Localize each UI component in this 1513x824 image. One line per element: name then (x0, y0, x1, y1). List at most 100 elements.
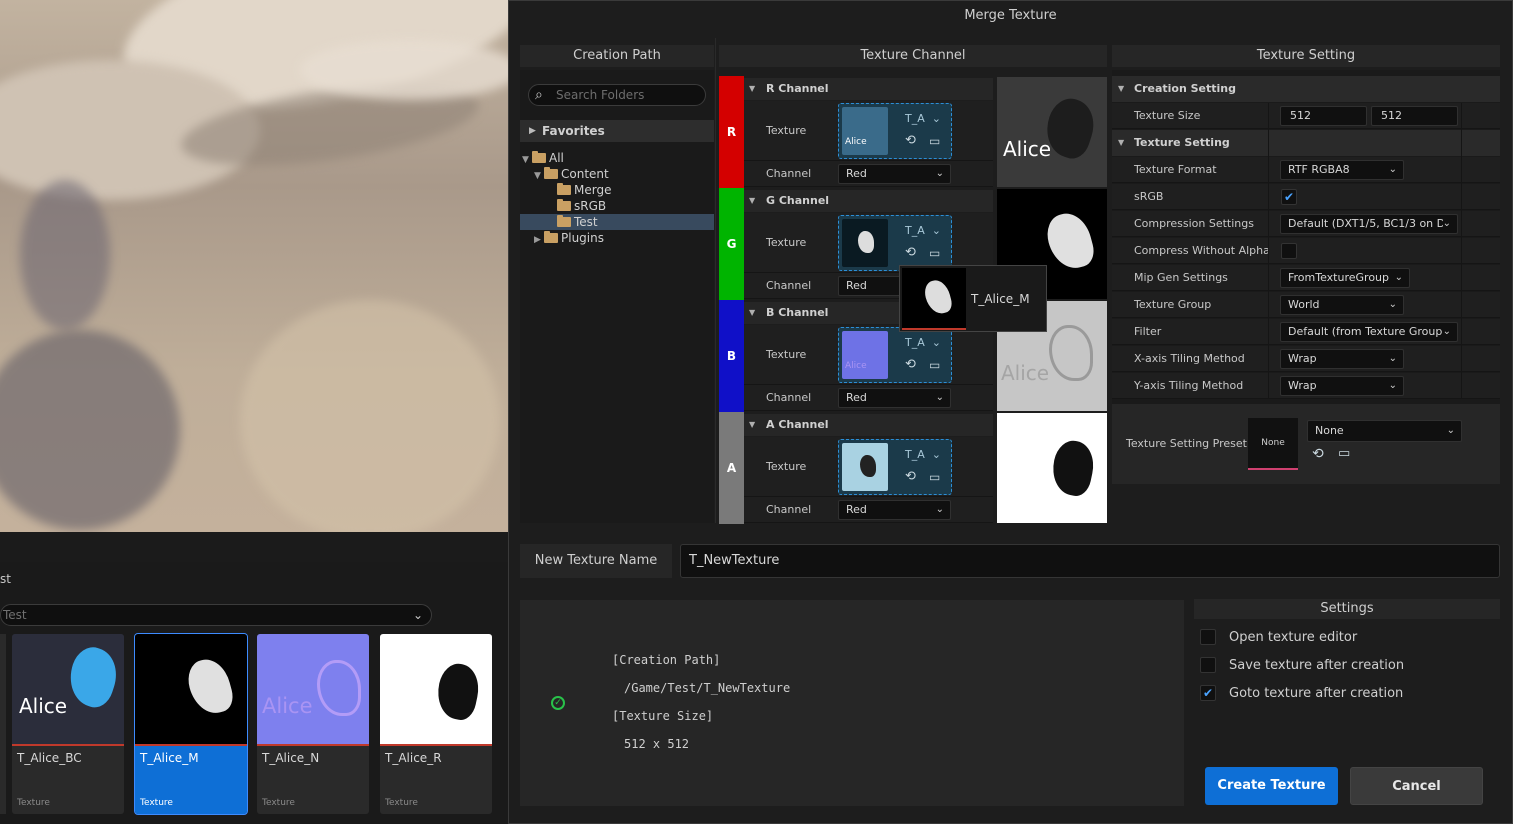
asset-thumb-text: Alice (19, 694, 68, 718)
mip-gen-label: Mip Gen Settings (1134, 271, 1228, 284)
alice-art-icon (922, 277, 954, 317)
chevron-down-icon: ⌄ (1388, 164, 1397, 175)
browse-folder-icon[interactable]: ▭ (929, 358, 945, 372)
asset-thumbnail: Alice (12, 634, 124, 744)
texture-width-input[interactable]: 512 (1280, 106, 1367, 126)
tree-item-all[interactable]: ▼ All (522, 150, 564, 166)
compression-dropdown[interactable]: Default (DXT1/5, BC1/3 on D ⌄ (1280, 214, 1458, 234)
asset-tile[interactable]: T_Alice_M Texture (134, 633, 248, 815)
y-tiling-dropdown[interactable]: Wrap ⌄ (1280, 376, 1404, 396)
texture-format-dropdown[interactable]: RTF RGBA8 ⌄ (1280, 160, 1404, 180)
g-channel-label: Channel (766, 279, 812, 292)
chevron-down-icon: ⌄ (931, 448, 941, 461)
asset-thumbnail: Alice (257, 634, 369, 744)
save-after-checkbox[interactable] (1200, 657, 1216, 673)
preset-thumbnail[interactable]: None (1248, 418, 1298, 470)
r-texture-picker[interactable]: Alice T_A ⌄ ⟲ ▭ (838, 103, 952, 159)
a-channel-dropdown[interactable]: Red ⌄ (838, 500, 951, 520)
r-channel-header[interactable]: R Channel (744, 78, 993, 100)
texture-group-dropdown[interactable]: World ⌄ (1280, 295, 1404, 315)
folder-search-placeholder: Search Folders (556, 88, 645, 102)
browse-folder-icon[interactable]: ▭ (929, 134, 945, 148)
tree-item-test[interactable]: Test (557, 214, 598, 230)
save-after-option[interactable]: Save texture after creation (1200, 657, 1404, 675)
b-channel-dropdown[interactable]: Red ⌄ (838, 388, 951, 408)
dropdown-value: Default (from Texture Group) (1288, 325, 1447, 338)
creation-setting-section[interactable]: Creation Setting (1112, 76, 1500, 102)
chevron-down-icon: ⌄ (935, 168, 944, 179)
b-texture-picker[interactable]: Alice T_A ⌄ ⟲ ▭ (838, 327, 952, 383)
filter-dropdown[interactable]: Default (from Texture Group) ⌄ (1280, 322, 1458, 342)
browse-folder-icon[interactable]: ▭ (929, 246, 945, 260)
dropdown-value: Wrap (1288, 352, 1317, 365)
asset-tile[interactable]: T_Alice_R Texture (380, 634, 492, 814)
creation-summary (520, 600, 1184, 806)
chevron-down-icon[interactable]: ⌄ (413, 605, 423, 625)
browse-folder-icon[interactable]: ▭ (1338, 446, 1350, 461)
use-selected-icon[interactable]: ⟲ (905, 246, 919, 260)
texture-name-text: T_A (905, 336, 925, 349)
compress-without-alpha-checkbox[interactable] (1281, 243, 1297, 259)
browse-folder-icon[interactable]: ▭ (929, 470, 945, 484)
chevron-down-icon: ⌄ (1446, 425, 1455, 436)
new-texture-name-input[interactable]: T_NewTexture (680, 544, 1500, 578)
preset-dropdown[interactable]: None ⌄ (1307, 420, 1462, 442)
srgb-checkbox[interactable]: ✔ (1281, 189, 1297, 205)
cancel-button[interactable]: Cancel (1350, 767, 1483, 805)
option-label: Goto texture after creation (1229, 686, 1404, 701)
alice-art-icon (183, 654, 237, 719)
use-selected-icon[interactable]: ⟲ (905, 134, 919, 148)
use-selected-icon[interactable]: ⟲ (905, 358, 919, 372)
texture-name[interactable]: T_A ⌄ (895, 334, 949, 352)
tree-item-content[interactable]: ▼ Content (534, 166, 609, 182)
caret-down-icon: ▼ (534, 171, 541, 181)
tree-item-plugins[interactable]: ▶ Plugins (534, 230, 604, 246)
chevron-down-icon: ⌄ (935, 392, 944, 403)
x-tiling-dropdown[interactable]: Wrap ⌄ (1280, 349, 1404, 369)
open-editor-checkbox[interactable] (1200, 629, 1216, 645)
texture-height-input[interactable]: 512 (1371, 106, 1458, 126)
mip-gen-dropdown[interactable]: FromTextureGroup ⌄ (1280, 268, 1410, 288)
asset-name: T_Alice_R (385, 751, 442, 765)
asset-tile[interactable]: Alice T_Alice_N Texture (257, 634, 369, 814)
r-channel-dropdown[interactable]: Red ⌄ (838, 164, 951, 184)
folder-icon (557, 215, 571, 227)
goto-after-option[interactable]: ✔ Goto texture after creation (1200, 685, 1403, 703)
r-channel-label: Channel (766, 167, 812, 180)
tree-item-srgb[interactable]: sRGB (557, 198, 606, 214)
compress-without-alpha-label: Compress Without Alpha (1134, 244, 1270, 257)
new-texture-name-label: New Texture Name (520, 544, 672, 578)
summary-path-value: /Game/Test/T_NewTexture (624, 681, 791, 695)
content-browser-search[interactable]: Test ⌄ (0, 604, 432, 626)
g-channel-header[interactable]: G Channel (744, 190, 993, 212)
channel-stripe-a: A (719, 412, 744, 524)
g-texture-picker[interactable]: T_A ⌄ ⟲ ▭ (838, 215, 952, 271)
level-viewport[interactable] (0, 0, 508, 532)
chevron-down-icon: ⌄ (935, 504, 944, 515)
asset-type-bar (135, 744, 247, 746)
create-texture-button[interactable]: Create Texture (1205, 767, 1338, 805)
alice-art-icon (1049, 325, 1093, 381)
option-label: Open texture editor (1229, 630, 1358, 645)
alice-art-icon (432, 660, 484, 723)
a-texture-picker[interactable]: T_A ⌄ ⟲ ▭ (838, 439, 952, 495)
caret-right-icon: ▶ (534, 235, 541, 245)
use-selected-icon[interactable]: ⟲ (905, 470, 919, 484)
texture-name[interactable]: T_A ⌄ (895, 222, 949, 240)
a-channel-header[interactable]: A Channel (744, 414, 993, 436)
tree-item-merge[interactable]: Merge (557, 182, 611, 198)
preset-label: Texture Setting Preset (1126, 437, 1247, 450)
asset-tile[interactable]: Alice T_Alice_BC Texture (12, 634, 124, 814)
texture-setting-section[interactable]: Texture Setting (1112, 130, 1500, 156)
use-selected-icon[interactable]: ⟲ (1312, 446, 1324, 462)
texture-name[interactable]: T_A ⌄ (895, 446, 949, 464)
chevron-down-icon: ⌄ (1442, 323, 1451, 341)
texture-name[interactable]: T_A ⌄ (895, 110, 949, 128)
folder-search-input[interactable]: ⌕ Search Folders (528, 84, 706, 106)
goto-after-checkbox[interactable]: ✔ (1200, 685, 1216, 701)
favorites-section[interactable]: ▶ Favorites (520, 120, 714, 142)
asset-thumb-text: Alice (262, 694, 313, 718)
open-editor-option[interactable]: Open texture editor (1200, 629, 1357, 647)
alice-art-icon (62, 642, 124, 712)
asset-name: T_Alice_BC (17, 751, 82, 765)
